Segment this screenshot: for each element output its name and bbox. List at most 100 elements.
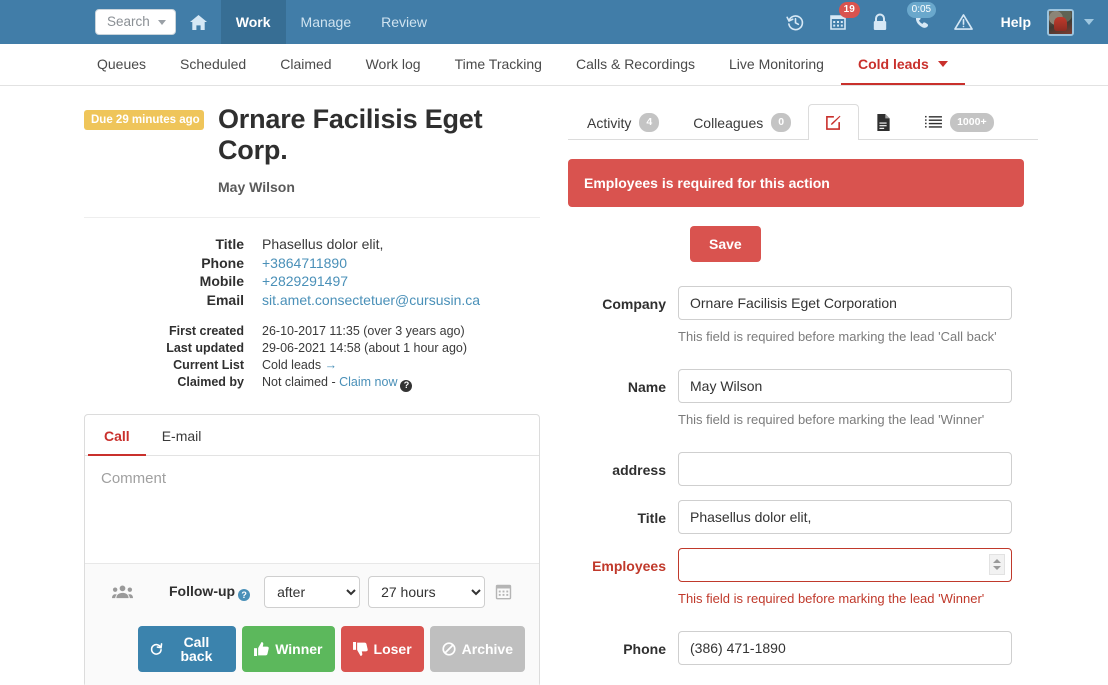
home-icon[interactable] [176, 0, 221, 44]
subnav-item-scheduled[interactable]: Scheduled [163, 44, 263, 85]
phone-label: Phone [201, 254, 244, 271]
interaction-panel-tabs: Call E-mail [85, 415, 539, 456]
topnav-right-group: 19 0:05 Help [775, 0, 1108, 44]
phone-input[interactable] [678, 631, 1012, 666]
subnav-item-queues[interactable]: Queues [80, 44, 163, 85]
field-row-title: Title [568, 500, 1038, 535]
history-icon[interactable] [775, 0, 817, 44]
title-input[interactable] [678, 500, 1012, 535]
page-title: Ornare Facilisis Eget Corp. [218, 104, 483, 166]
stepper-up-icon[interactable] [993, 559, 1001, 564]
subnav-item-calls-recordings[interactable]: Calls & Recordings [559, 44, 712, 85]
phone-label: Phone [623, 641, 666, 658]
address-control [678, 452, 1038, 487]
interaction-panel-footer: Follow-up? after at before 27 hours 1 ho… [85, 562, 539, 685]
tab-colleagues-label: Colleagues [693, 114, 764, 131]
topnav-left-group: Search Work Manage Review [0, 0, 442, 44]
user-menu-chevron-down-icon[interactable] [1084, 19, 1094, 25]
lead-edit-form: Company This field is required before ma… [568, 286, 1038, 666]
tab-list[interactable]: 1000+ [908, 104, 1011, 140]
field-row-phone: Phone [568, 631, 1038, 666]
search-button[interactable]: Search [95, 9, 176, 35]
subnav-item-cold-leads-label: Cold leads [857, 55, 929, 72]
calendar-picker-icon[interactable] [495, 583, 512, 600]
save-button[interactable]: Save [690, 226, 761, 262]
tab-call[interactable]: Call [88, 415, 146, 456]
claimed-by-label: Claimed by [177, 375, 244, 390]
claimed-by-value: Not claimed - Claim now? [262, 374, 540, 392]
claim-now-link[interactable]: Claim now [339, 375, 397, 389]
field-row-company: Company This field is required before ma… [568, 286, 1038, 347]
follow-up-row: Follow-up? after at before 27 hours 1 ho… [99, 575, 525, 608]
tab-activity[interactable]: Activity 4 [570, 104, 676, 140]
archive-button[interactable]: Archive [429, 625, 525, 672]
tab-activity-label: Activity [587, 114, 632, 131]
nav-item-review[interactable]: Review [366, 0, 442, 44]
last-updated-value: 29-06-2021 14:58 (about 1 hour ago) [262, 341, 468, 356]
people-icon[interactable] [99, 584, 145, 599]
subnav-item-cold-leads[interactable]: Cold leads [840, 44, 965, 85]
divider [84, 217, 540, 219]
loser-button[interactable]: Loser [340, 625, 424, 672]
employees-number-stepper[interactable] [989, 554, 1005, 576]
name-input[interactable] [678, 369, 1012, 404]
comment-input[interactable]: Comment [85, 456, 539, 563]
title-label: Title [637, 510, 666, 527]
chevron-down-icon [157, 19, 166, 25]
help-question-icon[interactable]: ? [400, 379, 413, 392]
tab-colleagues-badge: 0 [771, 113, 792, 132]
tab-email[interactable]: E-mail [146, 415, 218, 456]
last-updated-label: Last updated [166, 341, 244, 356]
archive-button-label: Archive [461, 640, 513, 657]
follow-up-duration-select[interactable]: 27 hours 1 hour 3 hours 1 day [368, 575, 486, 608]
tab-list-badge: 1000+ [950, 113, 994, 132]
help-question-icon[interactable]: ? [238, 588, 251, 601]
tab-documents[interactable] [859, 104, 908, 140]
lead-header: Due 29 minutes ago Ornare Facilisis Eget… [84, 104, 540, 166]
winner-button[interactable]: Winner [242, 625, 335, 672]
current-list-text: Cold leads [262, 358, 322, 373]
tab-colleagues[interactable]: Colleagues 0 [676, 104, 808, 140]
call-back-button[interactable]: Call back [138, 625, 237, 672]
phone-value: +3864711890 [262, 254, 540, 273]
subnav-item-claimed[interactable]: Claimed [263, 44, 348, 85]
address-input[interactable] [678, 452, 1012, 487]
current-list-value: Cold leads → [262, 357, 540, 374]
thumbs-down-icon [352, 641, 368, 656]
lead-contact-name: May Wilson [218, 179, 295, 196]
nav-item-work[interactable]: Work [220, 0, 286, 44]
interaction-panel: Call E-mail Comment Follow-up? after 27 … [84, 413, 540, 685]
company-input[interactable] [678, 286, 1012, 320]
mobile-link[interactable]: +2829291497 [262, 273, 348, 289]
email-label: Email [206, 291, 244, 308]
call-timer-badge: 0:05 [906, 2, 937, 18]
company-help-text: This field is required before marking th… [678, 329, 997, 344]
call-back-button-label: Call back [180, 633, 213, 664]
mobile-value: +2829291497 [262, 272, 540, 291]
nav-item-manage[interactable]: Manage [286, 0, 367, 44]
help-link[interactable]: Help [985, 14, 1043, 30]
subnav-item-work-log[interactable]: Work log [349, 44, 438, 85]
phone-link[interactable]: +3864711890 [262, 255, 347, 271]
subnav-item-live-monitoring[interactable]: Live Monitoring [712, 44, 841, 85]
phone-icon[interactable]: 0:05 [901, 0, 943, 44]
calendar-icon[interactable]: 19 [817, 0, 860, 44]
stepper-down-icon[interactable] [993, 566, 1001, 571]
warning-icon[interactable] [943, 0, 985, 44]
name-help-text: This field is required before marking th… [678, 412, 985, 428]
lead-contact-list: Title Phasellus dolor elit, Phone +38647… [84, 235, 540, 309]
employees-input[interactable] [678, 548, 1012, 583]
field-row-name: Name This field is required before marki… [568, 369, 1038, 430]
field-row-employees: Employees This field is required before … [568, 548, 1038, 609]
current-list-label: Current List [173, 358, 244, 373]
field-row-address: address [568, 452, 1038, 487]
title-value: Phasellus dolor elit, [262, 236, 384, 253]
follow-up-when-select[interactable]: after at before [264, 575, 361, 608]
arrow-right-icon[interactable]: → [325, 358, 338, 372]
lock-icon[interactable] [859, 0, 901, 44]
subnav-item-time-tracking[interactable]: Time Tracking [438, 44, 559, 85]
avatar[interactable] [1047, 8, 1074, 36]
list-icon [925, 115, 943, 128]
tab-edit[interactable] [808, 104, 860, 140]
email-link[interactable]: sit.amet.consectetuer@cursusin.ca [262, 292, 480, 308]
